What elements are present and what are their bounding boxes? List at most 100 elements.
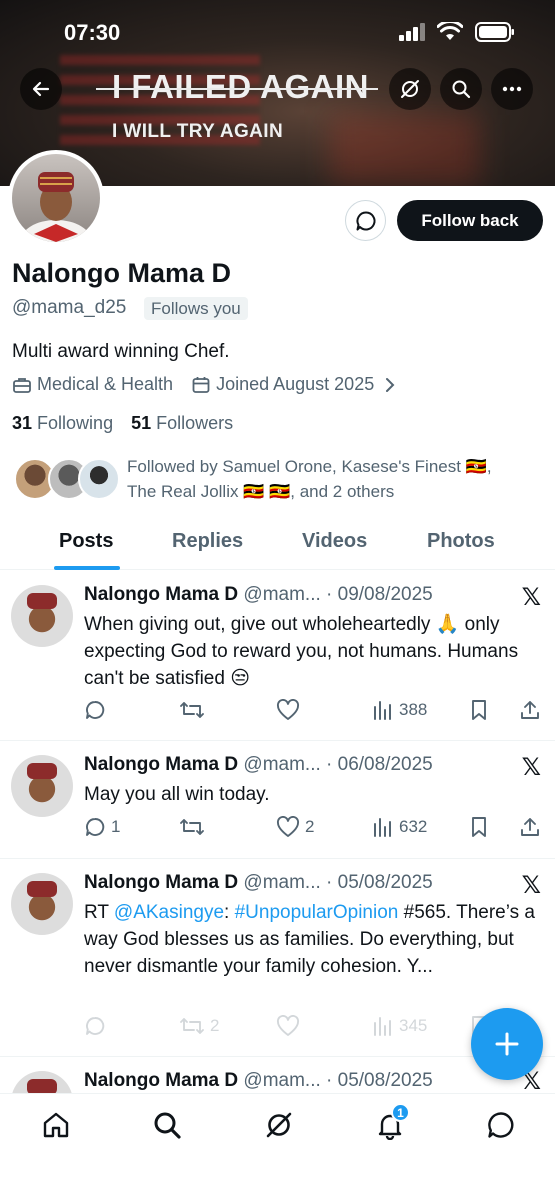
x-logo-icon: 𝕏 xyxy=(521,583,541,611)
profile-avatar[interactable] xyxy=(8,150,104,246)
follower-avatar xyxy=(78,458,120,500)
following-count: 31 xyxy=(12,413,33,433)
nav-home[interactable] xyxy=(39,1108,73,1142)
tab-replies[interactable]: Replies xyxy=(172,530,243,553)
post-handle-date: @mam... · 06/08/2025 xyxy=(243,754,433,775)
following-label: Following xyxy=(37,413,114,433)
post[interactable]: Nalongo Mama D @mam... · 06/08/2025 𝕏 Ma… xyxy=(0,741,555,859)
followed-by-text[interactable]: Followed by Samuel Orone, Kasese's Fines… xyxy=(127,454,537,504)
search-button[interactable] xyxy=(440,68,482,110)
profile-joined: Joined August 2025 xyxy=(216,374,375,394)
profile-category: Medical & Health xyxy=(37,374,174,394)
post-actions: 388 xyxy=(84,699,544,725)
repost-button[interactable]: 2 xyxy=(179,1015,219,1037)
nav-notifications[interactable]: 1 xyxy=(373,1103,410,1142)
signal-icon xyxy=(399,23,425,41)
views-chart-icon xyxy=(374,1017,391,1036)
more-options-button[interactable] xyxy=(491,68,533,110)
hashtag-link[interactable]: #UnpopularOpinion xyxy=(235,902,399,923)
bookmark-icon xyxy=(472,817,486,837)
followers-link[interactable]: 51 Followers xyxy=(131,413,233,434)
nav-search[interactable] xyxy=(150,1108,184,1142)
post-author-name[interactable]: Nalongo Mama D xyxy=(84,1070,238,1091)
post-header: Nalongo Mama D @mam... · 06/08/2025 xyxy=(84,754,433,776)
reply-button[interactable] xyxy=(84,699,106,721)
search-icon xyxy=(154,1112,181,1139)
post-author-name[interactable]: Nalongo Mama D xyxy=(84,872,238,893)
following-link[interactable]: 31 Following xyxy=(12,413,113,434)
message-button[interactable] xyxy=(345,200,386,241)
followed-by-line: The Real Jollix 🇺🇬 🇺🇬, and 2 others xyxy=(127,482,395,501)
bookmark-button[interactable] xyxy=(469,816,489,838)
tab-photos[interactable]: Photos xyxy=(427,530,495,553)
tab-posts[interactable]: Posts xyxy=(59,530,113,553)
post-avatar[interactable] xyxy=(11,873,73,935)
views-button[interactable]: 632 xyxy=(372,816,427,838)
post-text-prefix: RT xyxy=(84,902,114,923)
post-avatar[interactable] xyxy=(11,755,73,817)
notifications-badge: 1 xyxy=(391,1103,410,1122)
mention-link[interactable]: @AKasingye xyxy=(114,902,224,923)
profile-tabs: Posts Replies Videos Photos xyxy=(0,522,555,570)
repost-icon xyxy=(180,819,204,835)
views-count: 388 xyxy=(399,700,428,719)
views-count: 632 xyxy=(399,817,428,836)
share-icon xyxy=(521,818,539,836)
x-logo-icon: 𝕏 xyxy=(521,871,541,899)
profile-name: Nalongo Mama D xyxy=(12,258,232,288)
briefcase-icon xyxy=(13,377,31,393)
follow-back-button[interactable]: Follow back xyxy=(397,200,543,241)
nav-messages[interactable] xyxy=(484,1108,518,1142)
status-time: 07:30 xyxy=(64,20,121,45)
views-button[interactable]: 345 xyxy=(372,1015,427,1037)
heart-icon xyxy=(277,1015,299,1036)
repost-button[interactable] xyxy=(179,816,205,838)
share-icon xyxy=(521,701,539,719)
chevron-right-icon[interactable] xyxy=(382,377,398,393)
home-icon xyxy=(43,1112,69,1138)
nav-grok[interactable] xyxy=(262,1108,296,1142)
message-bubble-icon xyxy=(356,210,375,230)
bookmark-button[interactable] xyxy=(469,699,489,721)
battery-icon xyxy=(475,22,514,42)
post[interactable]: Nalongo Mama D @mam... · 09/08/2025 𝕏 Wh… xyxy=(0,571,555,741)
post-actions: 1 2 632 xyxy=(84,816,544,842)
arrow-left-icon xyxy=(32,81,50,97)
heart-icon xyxy=(277,816,299,837)
like-button[interactable] xyxy=(276,1015,300,1037)
post[interactable]: Nalongo Mama D @mam... · 05/08/2025 𝕏 RT… xyxy=(0,859,555,1057)
reply-count: 1 xyxy=(111,817,121,836)
grok-button[interactable] xyxy=(389,68,431,110)
views-count: 345 xyxy=(399,1016,428,1035)
followed-by-avatars[interactable] xyxy=(14,458,120,504)
share-button[interactable] xyxy=(519,699,541,721)
repost-button[interactable] xyxy=(179,699,205,721)
banner-glow xyxy=(330,115,480,185)
like-button[interactable]: 2 xyxy=(276,816,314,838)
reply-icon xyxy=(86,1017,105,1035)
compose-post-button[interactable] xyxy=(471,1008,543,1080)
views-button[interactable]: 388 xyxy=(372,699,427,721)
post[interactable]: Nalongo Mama D @mam... · 05/08/2025 𝕏 xyxy=(0,1057,555,1097)
reply-button[interactable] xyxy=(84,1015,106,1037)
bookmark-icon xyxy=(472,700,486,720)
post-handle-date: @mam... · 09/08/2025 xyxy=(243,584,433,605)
reply-icon xyxy=(86,818,105,836)
back-button[interactable] xyxy=(20,68,62,110)
post-author-name[interactable]: Nalongo Mama D xyxy=(84,584,238,605)
share-button[interactable] xyxy=(519,816,541,838)
followed-by-line: Followed by Samuel Orone, Kasese's Fines… xyxy=(127,457,492,476)
post-avatar[interactable] xyxy=(11,585,73,647)
tab-videos[interactable]: Videos xyxy=(302,530,367,553)
active-tab-indicator xyxy=(54,566,120,570)
grok-icon xyxy=(266,1112,292,1138)
x-logo-icon: 𝕏 xyxy=(521,753,541,781)
reply-button[interactable]: 1 xyxy=(84,816,120,838)
repost-icon xyxy=(180,1018,204,1034)
wifi-icon xyxy=(437,22,463,40)
banner-strikethrough xyxy=(96,88,378,90)
post-author-name[interactable]: Nalongo Mama D xyxy=(84,754,238,775)
profile-bio: Multi award winning Chef. xyxy=(12,341,230,362)
like-button[interactable] xyxy=(276,699,300,721)
repost-icon xyxy=(180,702,204,718)
